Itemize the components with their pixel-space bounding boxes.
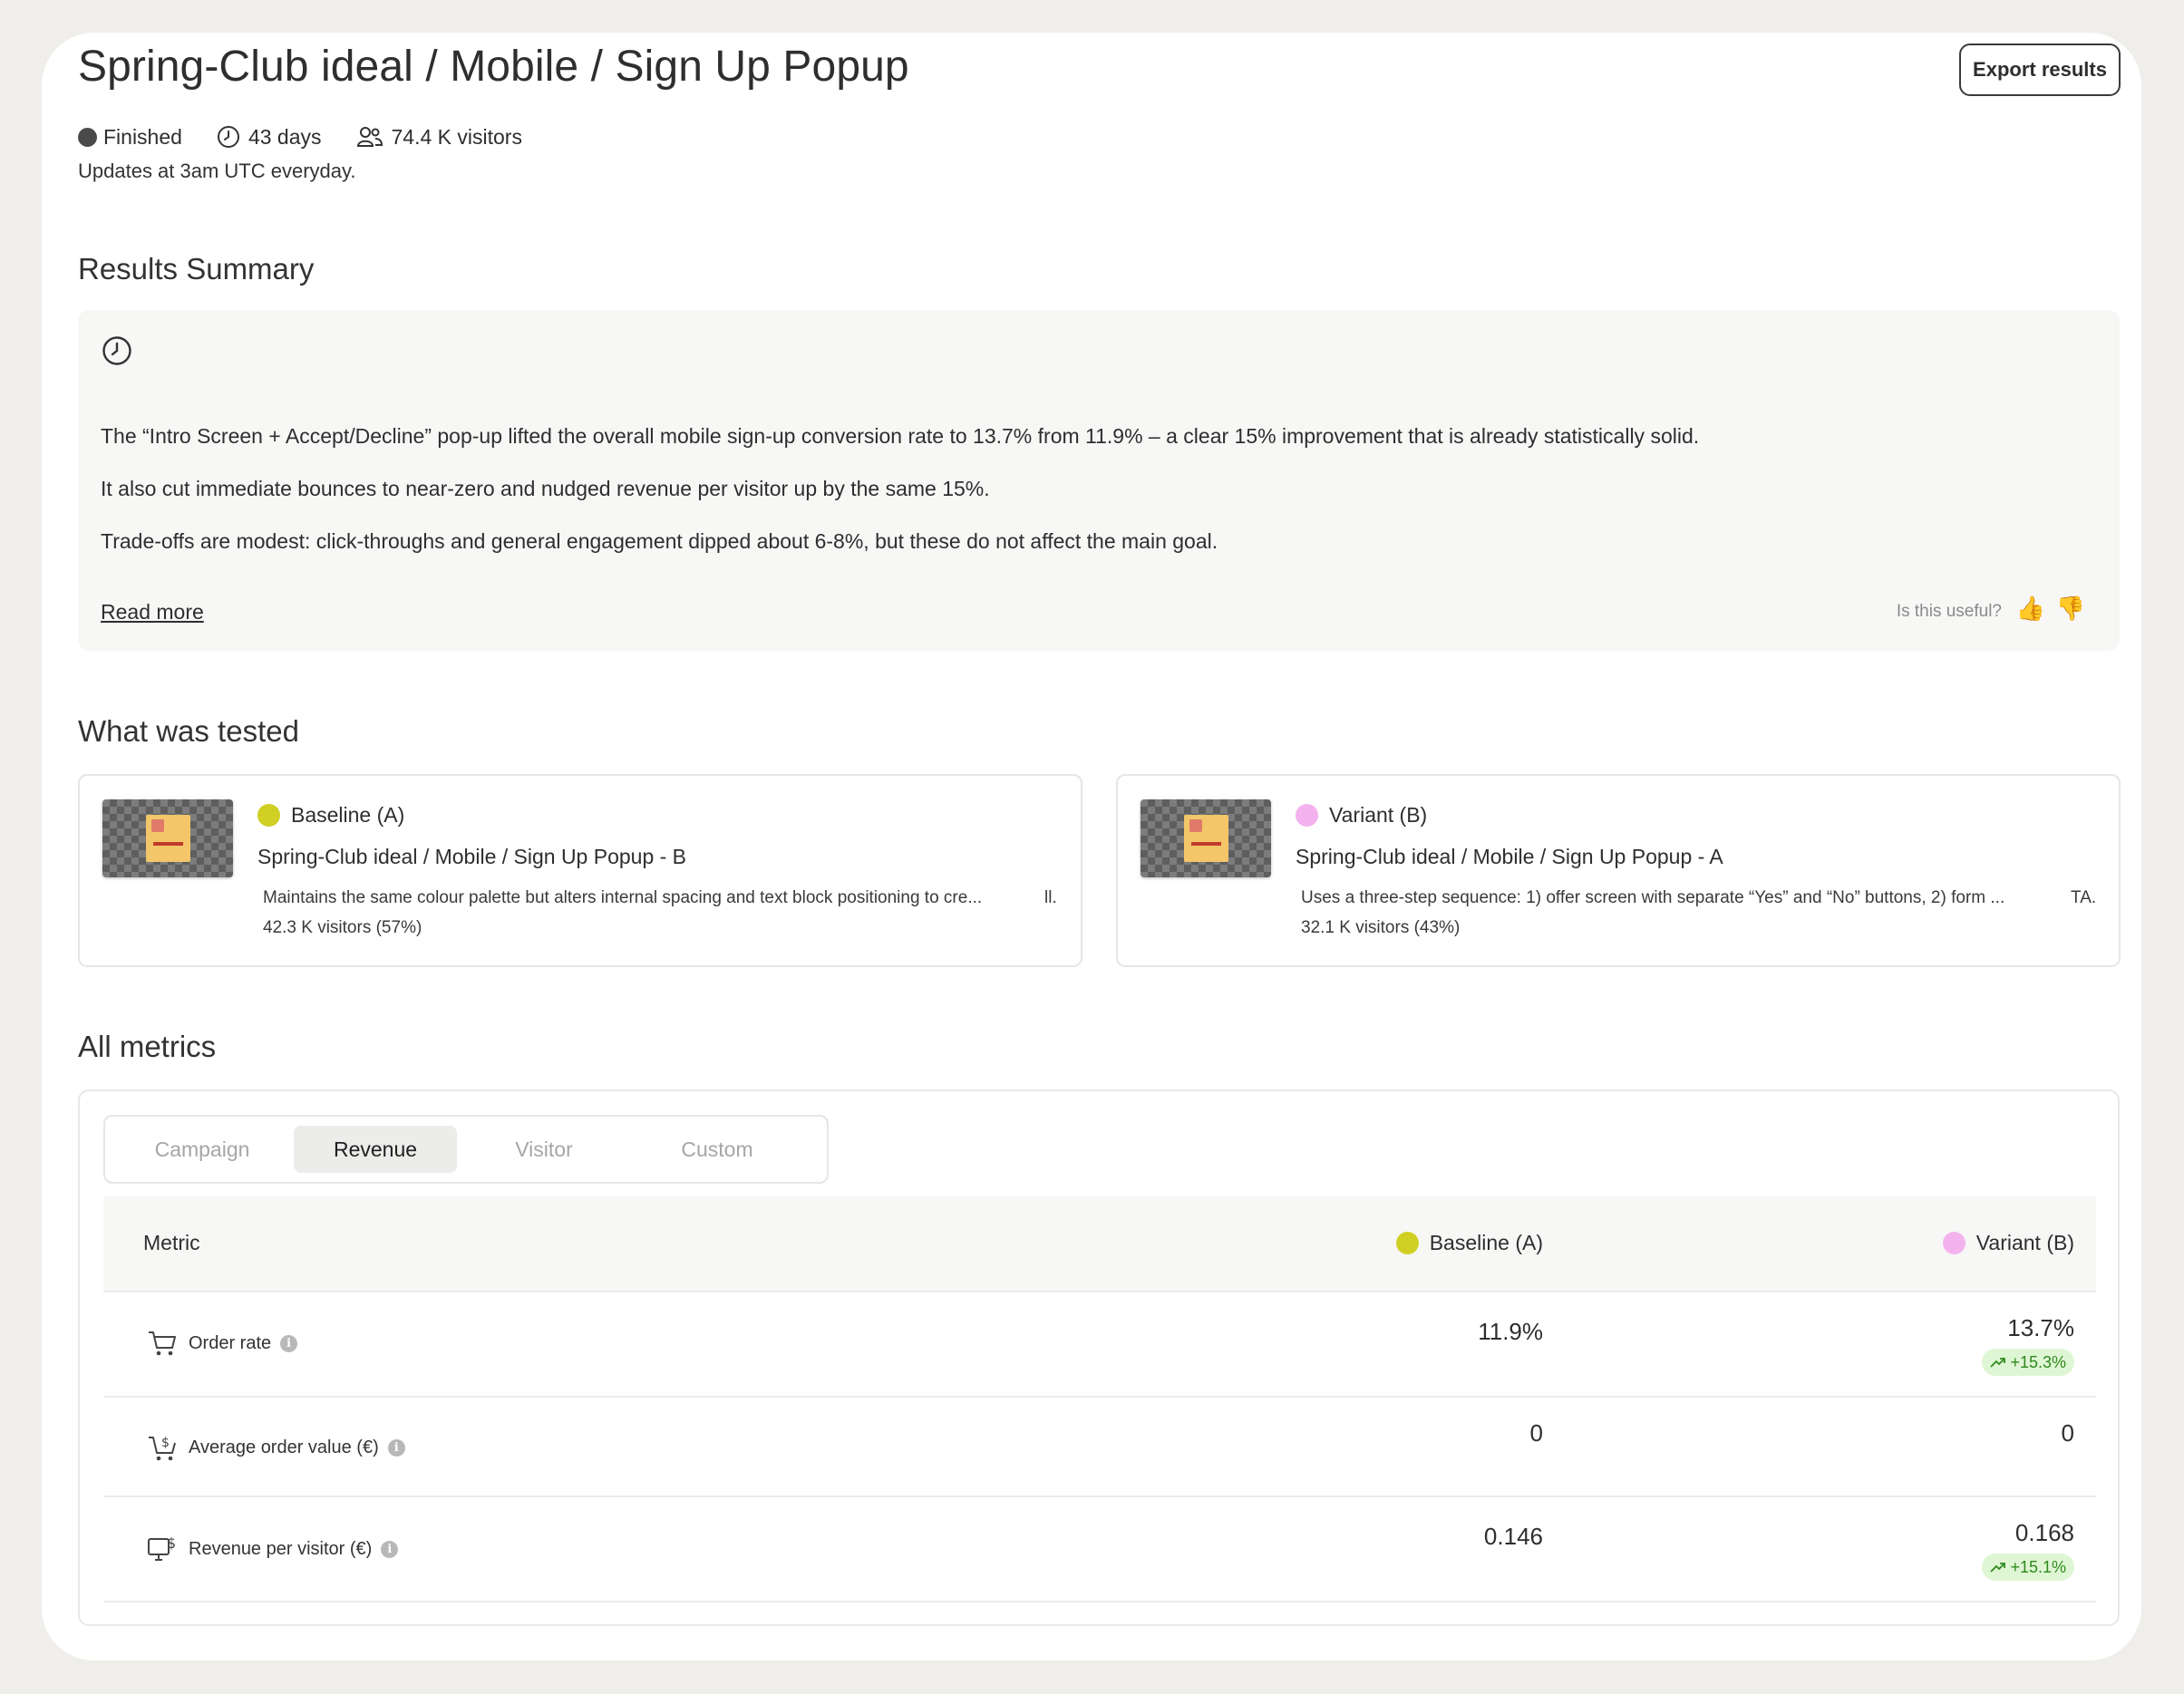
baseline-value: 0 xyxy=(1529,1419,1543,1447)
variant-card-baseline[interactable]: Baseline (A) Spring-Club ideal / Mobile … xyxy=(78,774,1082,967)
info-icon[interactable]: i xyxy=(381,1540,399,1558)
variant-value: 0 xyxy=(2061,1419,2074,1447)
metric-name-label: Average order value (€) xyxy=(189,1437,379,1457)
variant-card-variant[interactable]: Variant (B) Spring-Club ideal / Mobile /… xyxy=(1116,774,2121,967)
status-visitors: 74.4 K visitors xyxy=(356,125,522,150)
duration-label: 43 days xyxy=(248,124,322,149)
variant-label-text: Variant (B) xyxy=(1329,803,1428,827)
status-finished: Finished xyxy=(78,125,182,150)
uplift-badge: +15.3% xyxy=(1982,1349,2074,1376)
metric-name: Order rate i xyxy=(147,1329,298,1358)
results-summary-heading: Results Summary xyxy=(78,252,315,286)
metrics-panel: Campaign Revenue Visitor Custom Metric B… xyxy=(78,1089,2120,1626)
tab-campaign[interactable]: Campaign xyxy=(127,1126,277,1173)
trend-up-icon xyxy=(1990,1358,2006,1368)
baseline-color-dot xyxy=(257,804,280,827)
updates-note: Updates at 3am UTC everyday. xyxy=(78,160,356,182)
status-dot-icon xyxy=(78,127,97,147)
variant-name: Spring-Club ideal / Mobile / Sign Up Pop… xyxy=(257,845,687,868)
popup-thumbnail[interactable] xyxy=(102,799,233,877)
variant-description-tail: TA. xyxy=(2071,888,2097,907)
variant-label: Variant (B) xyxy=(1296,803,1427,828)
variant-description: Uses a three-step sequence: 1) offer scr… xyxy=(1301,888,2005,907)
variant-label: Baseline (A) xyxy=(257,803,404,828)
popup-thumbnail[interactable] xyxy=(1141,799,1271,877)
baseline-value: 0.146 xyxy=(1483,1523,1543,1550)
column-header-metric: Metric xyxy=(143,1231,200,1254)
uplift-value: +15.1% xyxy=(2010,1557,2066,1576)
variant-description-tail: ll. xyxy=(1044,888,1057,907)
variant-value: 13.7% xyxy=(2007,1314,2074,1341)
tab-revenue[interactable]: Revenue xyxy=(294,1126,457,1173)
metric-name-label: Order rate xyxy=(189,1332,272,1353)
variant-color-dot xyxy=(1942,1232,1966,1254)
tab-visitor[interactable]: Visitor xyxy=(471,1126,616,1173)
status-row: Finished 43 days 74.4 K visitors xyxy=(78,123,557,150)
summary-paragraph: It also cut immediate bounces to near-ze… xyxy=(101,477,990,500)
cart-icon xyxy=(149,1331,176,1356)
metric-name: $ Revenue per visitor (€) i xyxy=(147,1534,399,1564)
status-label: Finished xyxy=(103,124,182,149)
thumbs-up-icon[interactable]: 👍 xyxy=(2016,596,2045,620)
tab-custom[interactable]: Custom xyxy=(631,1126,803,1173)
metric-name: $ Average order value (€) i xyxy=(147,1432,405,1463)
variant-visitors: 32.1 K visitors (43%) xyxy=(1301,918,1461,937)
variant-description: Maintains the same colour palette but al… xyxy=(263,888,983,907)
column-header-variant: Variant (B) xyxy=(1942,1231,2074,1255)
uplift-value: +15.3% xyxy=(2010,1352,2066,1371)
metrics-tabs: Campaign Revenue Visitor Custom xyxy=(103,1115,829,1184)
column-header-baseline-label: Baseline (A) xyxy=(1429,1231,1543,1254)
column-header-variant-label: Variant (B) xyxy=(1975,1231,2074,1254)
variant-visitors: 42.3 K visitors (57%) xyxy=(263,918,422,937)
variant-name: Spring-Club ideal / Mobile / Sign Up Pop… xyxy=(1296,845,1723,868)
read-more-link[interactable]: Read more xyxy=(101,600,204,624)
trend-up-icon xyxy=(1990,1563,2006,1573)
summary-paragraph: Trade-offs are modest: click-throughs an… xyxy=(101,529,1218,553)
export-results-button[interactable]: Export results xyxy=(1959,44,2121,96)
users-icon xyxy=(356,127,383,147)
info-icon[interactable]: i xyxy=(280,1334,298,1352)
variant-color-dot xyxy=(1296,804,1318,827)
status-duration: 43 days xyxy=(217,125,322,150)
table-row: $ Average order value (€) i 0 0 xyxy=(103,1398,2096,1497)
svg-text:$: $ xyxy=(161,1436,170,1450)
monitor-dollar-icon: $ xyxy=(148,1534,176,1561)
table-row: $ Revenue per visitor (€) i 0.146 0.168 … xyxy=(103,1497,2096,1602)
summary-paragraph: The “Intro Screen + Accept/Decline” pop-… xyxy=(101,424,1700,448)
metrics-table-header: Metric Baseline (A) Variant (B) xyxy=(103,1196,2096,1292)
variant-label-text: Baseline (A) xyxy=(291,803,405,827)
uplift-badge: +15.1% xyxy=(1982,1554,2074,1581)
metric-name-label: Revenue per visitor (€) xyxy=(189,1538,373,1559)
clock-icon xyxy=(217,126,239,148)
variant-value: 0.168 xyxy=(2014,1519,2074,1546)
what-was-tested-heading: What was tested xyxy=(78,714,299,748)
cart-dollar-icon: $ xyxy=(149,1436,176,1461)
info-icon[interactable]: i xyxy=(387,1438,405,1457)
table-row: Order rate i 11.9% 13.7% +15.3% xyxy=(103,1292,2096,1398)
baseline-value: 11.9% xyxy=(1478,1318,1543,1345)
pending-clock-icon xyxy=(102,336,131,365)
visitors-label: 74.4 K visitors xyxy=(391,124,522,149)
all-metrics-heading: All metrics xyxy=(78,1030,217,1063)
results-summary-box: The “Intro Screen + Accept/Decline” pop-… xyxy=(78,310,2120,651)
thumbs-down-icon[interactable]: 👎 xyxy=(2056,596,2085,620)
useful-prompt: Is this useful? xyxy=(1896,602,2002,621)
page-title: Spring-Club ideal / Mobile / Sign Up Pop… xyxy=(78,43,909,91)
column-header-baseline: Baseline (A) xyxy=(1395,1231,1543,1255)
baseline-color-dot xyxy=(1395,1232,1419,1254)
svg-text:$: $ xyxy=(167,1534,176,1552)
